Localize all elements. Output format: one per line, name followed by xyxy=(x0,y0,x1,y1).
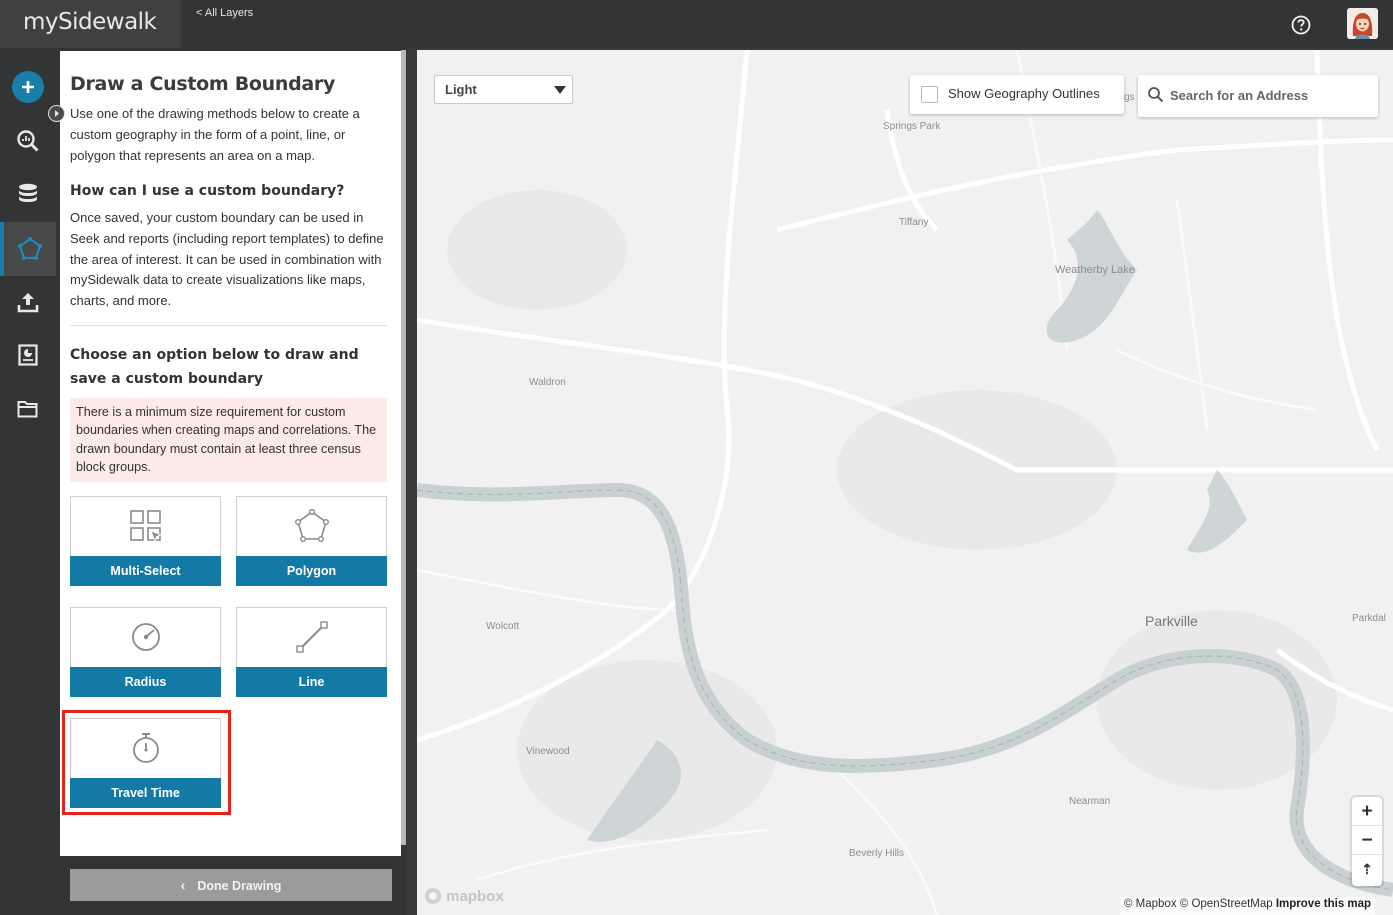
multi-select-tool-button[interactable]: Multi-Select xyxy=(70,496,221,586)
polygon-icon xyxy=(237,497,386,555)
map-label-wolcott: Wolcott xyxy=(486,621,520,632)
upload-icon xyxy=(17,293,39,313)
report-icon xyxy=(18,344,38,366)
all-layers-link[interactable]: < All Layers xyxy=(196,7,253,19)
polygon-icon xyxy=(18,237,42,260)
search-icon xyxy=(1148,87,1164,103)
travel-time-label: Travel Time xyxy=(70,778,221,808)
app-logo[interactable]: mySidewalk xyxy=(23,9,157,35)
zoom-out-button[interactable]: − xyxy=(1352,826,1382,855)
improve-map-link[interactable]: Improve this map xyxy=(1276,898,1371,910)
left-rail xyxy=(0,48,56,915)
stopwatch-icon xyxy=(71,719,220,777)
geography-outlines-checkbox[interactable] xyxy=(921,86,938,103)
folder-icon xyxy=(17,401,38,418)
how-body-text: Once saved, your custom boundary can be … xyxy=(70,210,384,309)
line-label: Line xyxy=(236,667,387,697)
panel-title: Draw a Custom Boundary xyxy=(70,73,336,95)
intro-text: Use one of the drawing methods below to … xyxy=(70,106,360,163)
top-bar: mySidewalk < All Layers xyxy=(0,0,1393,48)
map-attribution: © Mapbox © OpenStreetMap Improve this ma… xyxy=(1120,897,1376,915)
rail-reports-button[interactable] xyxy=(0,328,56,382)
radius-label: Radius xyxy=(70,667,221,697)
map-label-parkville: Parkville xyxy=(1145,613,1198,629)
address-search-input[interactable] xyxy=(1170,86,1370,104)
basemap-style-select[interactable]: Light xyxy=(434,75,573,104)
map-label-nearman: Nearman xyxy=(1069,796,1111,807)
mapbox-mark-icon xyxy=(425,888,441,904)
polygon-label: Polygon xyxy=(236,556,387,586)
map-label-beverly-hills: Beverly Hills xyxy=(849,848,905,859)
map-label-vinewood: Vinewood xyxy=(526,746,570,757)
attribution-mapbox-link[interactable]: © Mapbox xyxy=(1124,898,1177,910)
user-avatar[interactable] xyxy=(1347,8,1378,39)
collapse-panel-button[interactable] xyxy=(48,105,65,122)
help-icon[interactable] xyxy=(1291,15,1311,35)
polygon-tool-button[interactable]: Polygon xyxy=(236,496,387,586)
travel-time-tool-button[interactable]: Travel Time xyxy=(70,718,221,808)
rail-projects-button[interactable] xyxy=(0,382,56,436)
done-drawing-button[interactable]: ‹ Done Drawing xyxy=(70,869,392,901)
logo-area[interactable]: mySidewalk xyxy=(0,0,181,48)
caret-down-icon xyxy=(554,86,566,94)
rail-custom-boundary-button[interactable] xyxy=(0,222,56,276)
chevron-left-icon: ‹ xyxy=(180,877,186,893)
zoom-in-button[interactable]: + xyxy=(1352,797,1382,826)
avatar-illustration xyxy=(1347,8,1378,39)
zoom-controls: + − ⇡ xyxy=(1352,797,1382,886)
rail-add-layer-button[interactable] xyxy=(0,60,56,114)
basemap-graphics xyxy=(417,50,1393,915)
address-search-box[interactable] xyxy=(1138,75,1378,117)
multi-select-label: Multi-Select xyxy=(70,556,221,586)
radius-tool-button[interactable]: Radius xyxy=(70,607,221,697)
rail-data-button[interactable] xyxy=(0,167,56,221)
rail-seek-button[interactable] xyxy=(0,114,56,168)
choose-heading: Choose an option below to draw and save … xyxy=(70,347,359,387)
plus-icon xyxy=(12,71,44,103)
caret-right-icon xyxy=(55,110,59,117)
magnifier-chart-icon xyxy=(17,130,39,152)
map-label-tiffany: Tiffany xyxy=(899,217,929,228)
map-label-waldron: Waldron xyxy=(529,377,566,388)
basemap-selected-value: Light xyxy=(445,82,477,97)
app-root: mySidewalk < All Layers Draw a Custom Bo… xyxy=(0,0,1393,915)
radius-icon xyxy=(71,608,220,666)
attribution-osm-link[interactable]: © OpenStreetMap xyxy=(1180,898,1273,910)
line-tool-button[interactable]: Line xyxy=(236,607,387,697)
done-drawing-label: Done Drawing xyxy=(197,879,282,893)
map-label-parkdal: Parkdal xyxy=(1352,613,1386,624)
geography-outlines-toggle[interactable]: Show Geography Outlines xyxy=(910,75,1124,114)
mapbox-wordmark: mapbox xyxy=(446,888,504,905)
mapbox-logo[interactable]: mapbox xyxy=(424,887,514,907)
line-icon xyxy=(237,608,386,666)
geography-outlines-label: Show Geography Outlines xyxy=(948,86,1100,101)
panel-scrollbar[interactable] xyxy=(401,50,406,845)
database-icon xyxy=(19,183,37,202)
compass-reset-button[interactable]: ⇡ xyxy=(1352,855,1382,884)
map-label-weatherby-lake: Weatherby Lake xyxy=(1055,264,1135,276)
how-heading: How can I use a custom boundary? xyxy=(70,183,345,199)
map-label-fragment: gs xyxy=(1124,92,1135,103)
map-canvas[interactable]: Tiffany Springs Park Weatherby Lake Wald… xyxy=(417,50,1393,915)
multi-select-icon xyxy=(71,497,220,555)
rail-upload-button[interactable] xyxy=(0,275,56,329)
size-warning: There is a minimum size requirement for … xyxy=(70,398,387,482)
map-label-springs-park: Springs Park xyxy=(883,121,941,132)
divider xyxy=(70,325,387,326)
